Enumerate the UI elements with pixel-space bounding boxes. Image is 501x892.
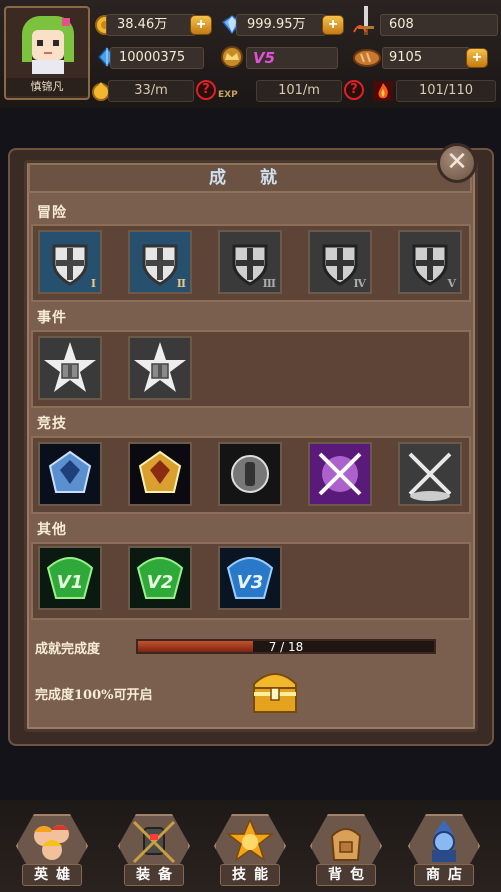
- unlock-hint: 完成度100%可开启: [35, 688, 153, 703]
- other-badge-v1[interactable]: V1: [38, 546, 102, 610]
- nav-shop-button[interactable]: 商店: [404, 812, 484, 890]
- exp-rate: 101/m: [256, 80, 342, 102]
- purple-swords-icon: [310, 444, 370, 504]
- completion-progress-text: 7 / 18: [268, 640, 304, 654]
- exp-rate-help-icon[interactable]: ?: [344, 80, 364, 100]
- gold-rate: 33/m: [108, 80, 194, 102]
- heroes-icon: [34, 825, 69, 860]
- bread-food-icon: [353, 49, 381, 67]
- close-button[interactable]: ✕: [437, 143, 477, 183]
- stamina-flame-icon: [373, 81, 393, 101]
- nav-label: 商店: [414, 864, 474, 886]
- sword-power-icon: [353, 6, 374, 35]
- completion-progress-bar: 7 / 18: [136, 639, 436, 654]
- vip-crown-icon: [221, 46, 243, 68]
- player-name: 慎锦凡: [6, 78, 88, 96]
- star-gift-icon: [40, 338, 100, 398]
- nav-label: 背包: [316, 864, 376, 886]
- adventure-shield-badge-2[interactable]: Ⅱ: [128, 230, 192, 294]
- gold-amount: 38.46万: [106, 14, 196, 36]
- gold-crest-icon: [130, 444, 190, 504]
- silver-crest-icon: [220, 444, 280, 504]
- add-gold-button[interactable]: +: [190, 15, 212, 35]
- vip-level[interactable]: V5: [246, 47, 338, 69]
- star-gift-icon: [130, 338, 190, 398]
- adventure-shield-badge-1[interactable]: Ⅰ: [38, 230, 102, 294]
- tier-numeral: Ⅲ: [262, 277, 276, 290]
- tier-numeral: Ⅰ: [90, 277, 96, 290]
- adventure-shield-badge-3[interactable]: Ⅲ: [218, 230, 282, 294]
- nav-equipment-button[interactable]: 装备: [114, 812, 194, 890]
- stamina-amount: 101/110: [396, 80, 496, 102]
- other-badge-v3[interactable]: V3: [218, 546, 282, 610]
- exp-label: EXP: [218, 90, 238, 100]
- section-label-events: 事件: [37, 310, 67, 326]
- top-hud: 慎锦凡 38.46万 + 999.95万 + 608 10000375 V5 9…: [0, 0, 501, 108]
- event-gift-badge-2[interactable]: [128, 336, 192, 400]
- tier-numeral: Ⅳ: [353, 277, 366, 290]
- nav-heroes-button[interactable]: 英雄: [12, 812, 92, 890]
- arena-badge-purple-swords[interactable]: [308, 442, 372, 506]
- nav-label: 技能: [220, 864, 280, 886]
- nav-skills-button[interactable]: 技能: [210, 812, 290, 890]
- section-label-other: 其他: [37, 522, 67, 538]
- completion-label: 成就完成度: [35, 642, 101, 657]
- arena-badge-grey-swords[interactable]: [398, 442, 462, 506]
- blue-crest-icon: [40, 444, 100, 504]
- other-badge-v2[interactable]: V2: [128, 546, 192, 610]
- v-level-text: V1: [57, 572, 83, 593]
- v-level-icon: V2: [130, 548, 190, 608]
- v-level-text: V3: [237, 572, 263, 593]
- arena-badge-silver-crest[interactable]: [218, 442, 282, 506]
- v-level-text: V2: [147, 572, 173, 593]
- arena-badge-gold-crest[interactable]: [128, 442, 192, 506]
- arena-badge-blue-crest[interactable]: [38, 442, 102, 506]
- adventure-shield-badge-5[interactable]: Ⅴ: [398, 230, 462, 294]
- skills-icon: [226, 818, 274, 862]
- grey-swords-icon: [400, 444, 460, 504]
- nav-label: 装备: [124, 864, 184, 886]
- nav-backpack-button[interactable]: 背包: [306, 812, 386, 890]
- adventure-shield-badge-4[interactable]: Ⅳ: [308, 230, 372, 294]
- treasure-chest-icon[interactable]: [248, 664, 302, 716]
- equipment-icon: [132, 820, 176, 864]
- player-avatar[interactable]: 慎锦凡: [4, 6, 90, 100]
- tier-numeral: Ⅱ: [176, 277, 186, 290]
- section-label-arena: 竞技: [37, 416, 67, 432]
- diamond-amount: 999.95万: [236, 14, 326, 36]
- crystal-amount: 10000375: [110, 47, 204, 69]
- food-amount: 9105: [382, 47, 470, 69]
- add-food-button[interactable]: +: [466, 48, 488, 68]
- v-level-icon: V1: [40, 548, 100, 608]
- shop-icon: [432, 820, 456, 862]
- avatar-portrait-icon: [22, 16, 74, 74]
- v-level-icon: V3: [220, 548, 280, 608]
- add-diamond-button[interactable]: +: [322, 15, 344, 35]
- backpack-icon: [330, 828, 362, 861]
- nav-label: 英雄: [22, 864, 82, 886]
- tier-numeral: Ⅴ: [447, 277, 456, 290]
- event-gift-badge-1[interactable]: [38, 336, 102, 400]
- gold-rate-help-icon[interactable]: ?: [196, 80, 216, 100]
- section-label-adventure: 冒险: [37, 205, 67, 221]
- sword-power-amount: 608: [380, 14, 498, 36]
- panel-title: 成 就: [28, 163, 472, 193]
